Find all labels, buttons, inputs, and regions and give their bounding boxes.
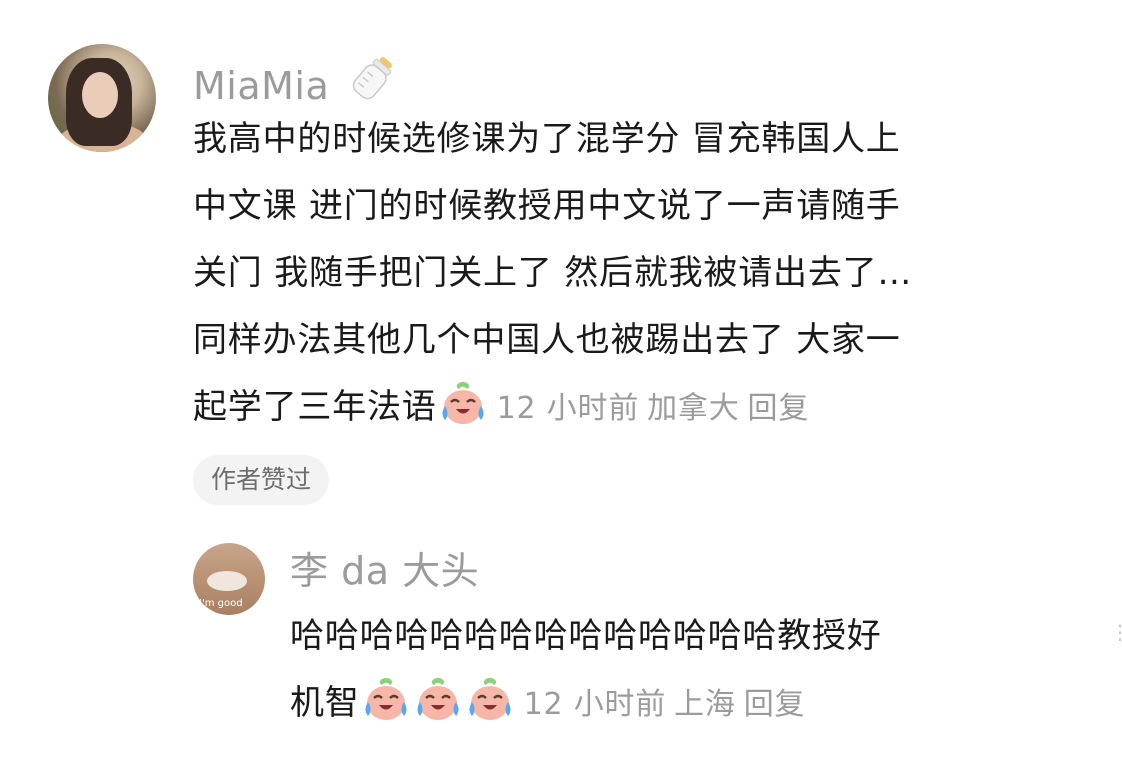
laughing-crying-face-icon <box>412 674 464 724</box>
reply-time: 12 小时前 <box>523 687 667 722</box>
comment-reply-button[interactable]: 回复 <box>748 391 810 426</box>
comment-line: 同样办法其他几个中国人也被踢出去了 大家一 <box>193 320 901 360</box>
baby-bottle-icon <box>346 51 400 114</box>
avatar-dog <box>207 571 247 591</box>
laughing-crying-face-icon <box>437 378 489 428</box>
comment-body: 我高中的时候选修课为了混学分 冒充韩国人上 中文课 进门的时候教授用中文说了一声… <box>193 106 1073 442</box>
reply-last-line: 机智 12 小时前 上海 回复 <box>290 670 1080 738</box>
laughing-crying-face-icon <box>464 674 516 724</box>
comment-meta: 12 小时前 加拿大 回复 <box>489 391 810 426</box>
comment-location: 加拿大 <box>647 391 740 426</box>
reply-body: 哈哈哈哈哈哈哈哈哈哈哈哈哈哈教授好 机智 12 小时前 上海 回复 <box>290 603 1080 738</box>
comment-time: 12 小时前 <box>496 391 640 426</box>
comment-last-line: 起学了三年法语 12 小时前 加拿大 回复 <box>193 374 1073 442</box>
avatar-face <box>82 72 118 118</box>
laughing-crying-face-icon <box>360 674 412 724</box>
comment-line: 我高中的时候选修课为了混学分 冒充韩国人上 <box>193 119 901 159</box>
user-avatar[interactable] <box>48 44 156 152</box>
reply-user-avatar[interactable]: I'm good <box>193 543 265 615</box>
comment-line: 关门 我随手把门关上了 然后就我被请出去了… <box>193 253 913 293</box>
reply-line: 哈哈哈哈哈哈哈哈哈哈哈哈哈哈教授好 <box>290 616 882 656</box>
reply-meta: 12 小时前 上海 回复 <box>516 687 806 722</box>
reply-reply-button[interactable]: 回复 <box>744 687 806 722</box>
more-icon[interactable]: ⋮ <box>1110 620 1122 644</box>
comment-line-text: 起学了三年法语 <box>193 387 437 427</box>
comment-line: 中文课 进门的时候教授用中文说了一声请随手 <box>193 186 901 226</box>
avatar-caption: I'm good <box>199 598 243 609</box>
author-liked-badge: 作者赞过 <box>193 455 330 505</box>
reply-username[interactable]: 李 da 大头 <box>290 549 479 593</box>
comment-username-text[interactable]: MiaMia <box>193 64 329 108</box>
reply-location: 上海 <box>674 687 736 722</box>
reply-line-text: 机智 <box>290 683 360 723</box>
comment-username[interactable]: MiaMia <box>193 51 400 114</box>
